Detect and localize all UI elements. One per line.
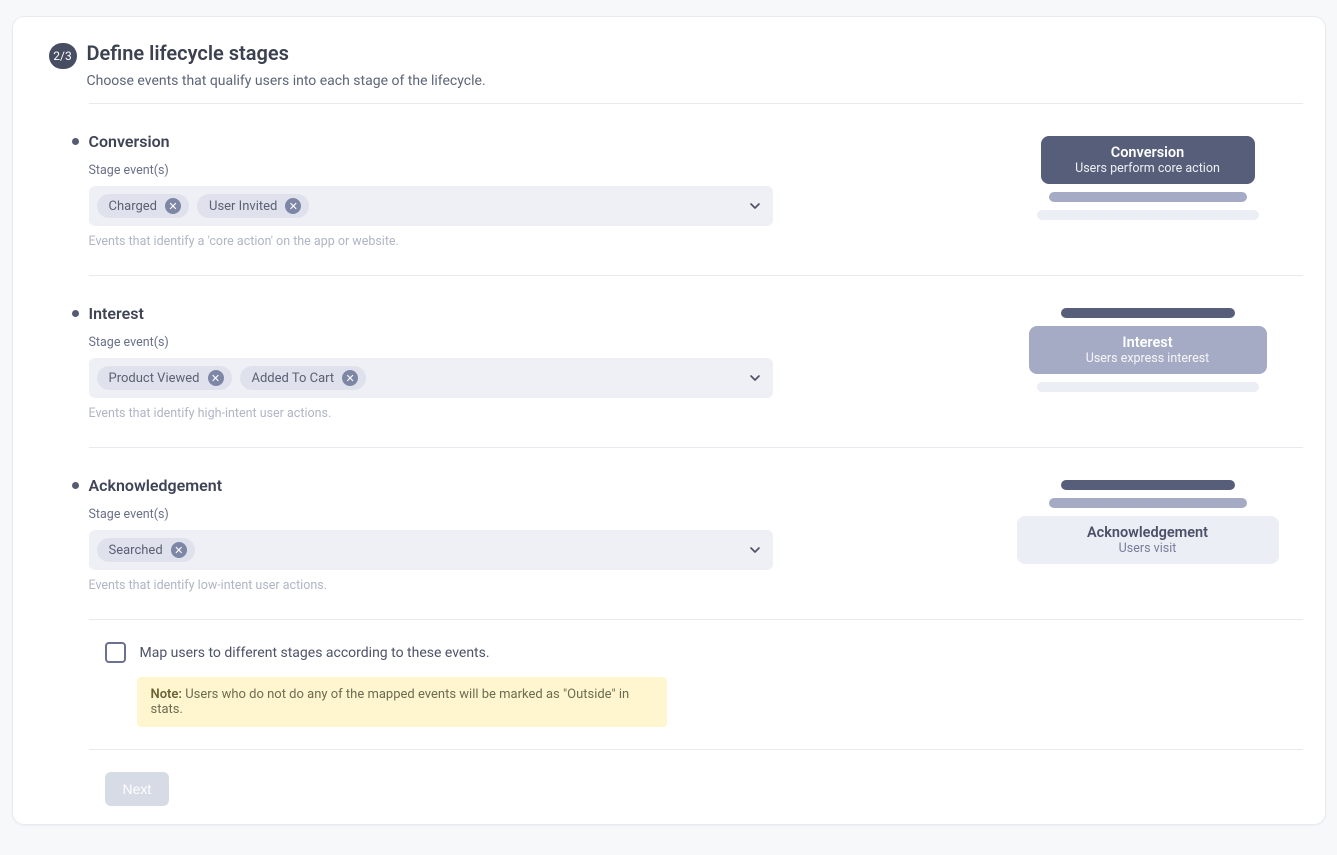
pyramid-tier-title: Conversion <box>1111 144 1185 161</box>
step-badge: 2/3 <box>49 43 77 69</box>
pyramid-tier-active: Conversion Users perform core action <box>1041 136 1255 184</box>
pyramid-tier-subtitle: Users express interest <box>1086 351 1210 366</box>
stage-title-acknowledgement: Acknowledgement <box>89 476 223 495</box>
event-chip-label: Product Viewed <box>109 371 200 386</box>
bullet-icon <box>72 138 79 145</box>
pyramid-layer <box>1061 308 1235 318</box>
pyramid-layer <box>1049 498 1247 508</box>
pyramid-tier-title: Acknowledgement <box>1087 524 1208 541</box>
chevron-down-icon[interactable] <box>747 198 763 214</box>
remove-chip-icon[interactable]: ✕ <box>342 370 358 386</box>
stage-interest: Interest Stage event(s) Product Viewed ✕… <box>89 275 1303 447</box>
stage-title-interest: Interest <box>89 304 144 323</box>
next-button[interactable]: Next <box>105 772 170 806</box>
stage-pyramid-acknowledgement: Acknowledgement Users visit <box>993 480 1303 564</box>
stage-pyramid-interest: Interest Users express interest <box>993 308 1303 392</box>
event-chip-label: User Invited <box>209 199 277 214</box>
events-help-text: Events that identify low-intent user act… <box>89 578 953 593</box>
map-users-checkbox[interactable] <box>105 642 126 663</box>
events-field-label: Stage event(s) <box>89 335 953 350</box>
card-header: 2/3 Define lifecycle stages Choose event… <box>13 41 1325 103</box>
event-chip-label: Added To Cart <box>252 371 335 386</box>
event-chip: Added To Cart ✕ <box>240 366 367 390</box>
stage-events-multiselect-acknowledgement[interactable]: Searched ✕ <box>89 530 773 570</box>
pyramid-tier-title: Interest <box>1122 334 1172 351</box>
event-chip: Searched ✕ <box>97 538 195 562</box>
pyramid-tier-subtitle: Users visit <box>1119 541 1177 556</box>
note-prefix: Note: <box>151 687 182 702</box>
events-help-text: Events that identify a 'core action' on … <box>89 234 953 249</box>
remove-chip-icon[interactable]: ✕ <box>208 370 224 386</box>
remove-chip-icon[interactable]: ✕ <box>165 198 181 214</box>
event-chip-label: Charged <box>109 199 158 214</box>
map-users-row: Map users to different stages according … <box>13 642 1325 663</box>
remove-chip-icon[interactable]: ✕ <box>285 198 301 214</box>
event-chip-label: Searched <box>109 543 163 558</box>
pyramid-layer <box>1061 480 1235 490</box>
lifecycle-stages-card: 2/3 Define lifecycle stages Choose event… <box>12 16 1326 825</box>
event-chip: Charged ✕ <box>97 194 190 218</box>
pyramid-layer <box>1037 382 1259 392</box>
stage-events-multiselect-interest[interactable]: Product Viewed ✕ Added To Cart ✕ <box>89 358 773 398</box>
map-users-label: Map users to different stages according … <box>140 645 490 661</box>
pyramid-tier-active: Interest Users express interest <box>1029 326 1267 374</box>
chevron-down-icon[interactable] <box>747 370 763 386</box>
chevron-down-icon[interactable] <box>747 542 763 558</box>
note-text: Users who do not do any of the mapped ev… <box>151 687 630 717</box>
events-field-label: Stage event(s) <box>89 507 953 522</box>
stage-events-multiselect-conversion[interactable]: Charged ✕ User Invited ✕ <box>89 186 773 226</box>
pyramid-tier-active: Acknowledgement Users visit <box>1017 516 1279 564</box>
events-help-text: Events that identify high-intent user ac… <box>89 406 953 421</box>
events-field-label: Stage event(s) <box>89 163 953 178</box>
stage-acknowledgement: Acknowledgement Stage event(s) Searched … <box>89 447 1303 619</box>
event-chip: User Invited ✕ <box>197 194 309 218</box>
page-title: Define lifecycle stages <box>87 41 486 65</box>
bullet-icon <box>72 482 79 489</box>
page-subtitle: Choose events that qualify users into ea… <box>87 73 486 89</box>
pyramid-layer <box>1049 192 1247 202</box>
stage-title-conversion: Conversion <box>89 132 170 151</box>
note-banner: Note: Users who do not do any of the map… <box>137 677 667 727</box>
event-chip: Product Viewed ✕ <box>97 366 232 390</box>
stage-pyramid-conversion: Conversion Users perform core action <box>993 136 1303 220</box>
remove-chip-icon[interactable]: ✕ <box>171 542 187 558</box>
bullet-icon <box>72 310 79 317</box>
pyramid-tier-subtitle: Users perform core action <box>1075 161 1220 176</box>
stage-conversion: Conversion Stage event(s) Charged ✕ User… <box>89 103 1303 275</box>
pyramid-layer <box>1037 210 1259 220</box>
